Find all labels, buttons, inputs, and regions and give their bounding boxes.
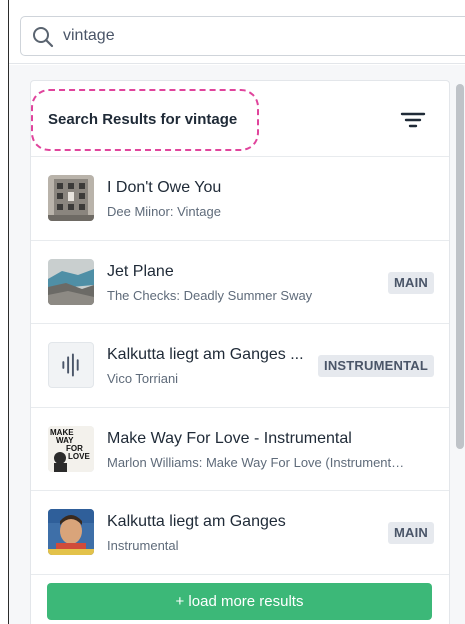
result-row[interactable]: Jet Plane The Checks: Deadly Summer Sway… <box>31 241 449 324</box>
result-row[interactable]: I Don't Owe You Dee Miinor: Vintage <box>31 157 449 241</box>
album-artwork: MAKE WAY FOR LOVE <box>48 425 94 472</box>
version-badge: INSTRUMENTAL <box>318 355 434 377</box>
track-title: Kalkutta liegt am Ganges <box>107 513 286 530</box>
album-artwork-placeholder <box>48 342 94 388</box>
album-artwork <box>48 175 94 221</box>
search-input[interactable] <box>63 17 463 55</box>
result-row[interactable]: Kalkutta liegt am Ganges Instrumental MA… <box>31 491 449 575</box>
results-panel: Search Results for vintage I Don't Owe Y… <box>30 80 450 624</box>
track-subtitle: Vico Torriani <box>107 371 179 386</box>
track-title: Kalkutta liegt am Ganges ... <box>107 346 304 363</box>
results-header: Search Results for vintage <box>31 81 449 157</box>
track-subtitle: Instrumental <box>107 538 179 553</box>
version-badge: MAIN <box>387 522 434 544</box>
svg-text:LOVE: LOVE <box>68 452 90 461</box>
result-row[interactable]: MAKE WAY FOR LOVE Make Way For Love - In… <box>31 408 449 491</box>
track-subtitle: The Checks: Deadly Summer Sway <box>107 287 313 303</box>
search-box[interactable] <box>20 16 465 56</box>
track-title: Make Way For Love - Instrumental <box>107 429 352 447</box>
filter-button[interactable] <box>399 109 427 131</box>
track-subtitle: Marlon Williams: Make Way For Love (Inst… <box>107 454 405 470</box>
results-list: I Don't Owe You Dee Miinor: Vintage Jet … <box>31 157 449 575</box>
waveform-icon <box>62 353 79 377</box>
search-icon <box>31 25 55 49</box>
result-row[interactable]: Kalkutta liegt am Ganges ... Vico Torria… <box>31 324 449 408</box>
track-title: Jet Plane <box>107 262 174 280</box>
version-badge: MAIN <box>387 271 434 294</box>
track-subtitle: Dee Miinor: Vintage <box>107 204 221 219</box>
filter-icon <box>400 112 426 128</box>
scrollbar[interactable] <box>456 84 464 449</box>
album-artwork <box>48 509 94 555</box>
track-title: I Don't Owe You <box>107 179 222 196</box>
load-more-button[interactable]: + load more results <box>47 583 432 620</box>
results-title: Search Results for vintage <box>48 111 238 128</box>
album-artwork <box>48 258 94 305</box>
